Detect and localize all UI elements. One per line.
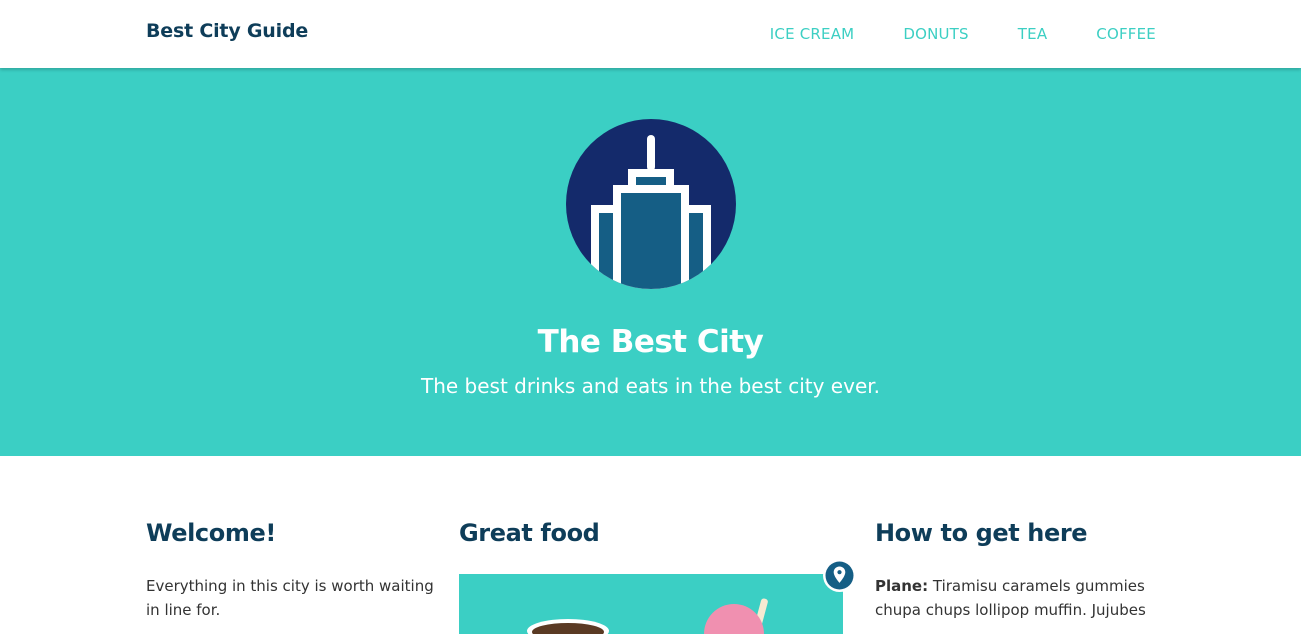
brand-link[interactable]: Best City Guide — [146, 20, 308, 42]
nav-link-ice-cream[interactable]: ICE CREAM — [770, 25, 855, 43]
nav-link-coffee[interactable]: COFFEE — [1096, 25, 1156, 43]
main-nav: ICE CREAM DONUTS TEA COFFEE — [770, 25, 1156, 43]
food-heading: Great food — [459, 519, 600, 547]
hero-banner: The Best City The best drinks and eats i… — [0, 68, 1301, 456]
nav-link-tea[interactable]: TEA — [1018, 25, 1048, 43]
plane-label: Plane: — [875, 577, 929, 595]
coffee-and-ice-cream-illustration — [527, 598, 768, 634]
nav-link-donuts[interactable]: DONUTS — [903, 25, 968, 43]
hero-title: The Best City — [537, 324, 764, 360]
directions-text: Plane: Tiramisu caramels gummies chupa c… — [875, 574, 1160, 622]
content-section: Welcome! Everything in this city is wort… — [0, 456, 1301, 634]
skyscraper-icon — [566, 119, 736, 289]
welcome-heading: Welcome! — [146, 519, 276, 547]
hero-subtitle: The best drinks and eats in the best cit… — [420, 374, 880, 398]
food-illustration — [459, 574, 843, 634]
directions-heading: How to get here — [875, 519, 1088, 547]
map-pin-icon[interactable] — [823, 559, 856, 592]
welcome-text: Everything in this city is worth waiting… — [146, 577, 434, 619]
site-header: Best City Guide ICE CREAM DONUTS TEA COF… — [0, 0, 1301, 68]
